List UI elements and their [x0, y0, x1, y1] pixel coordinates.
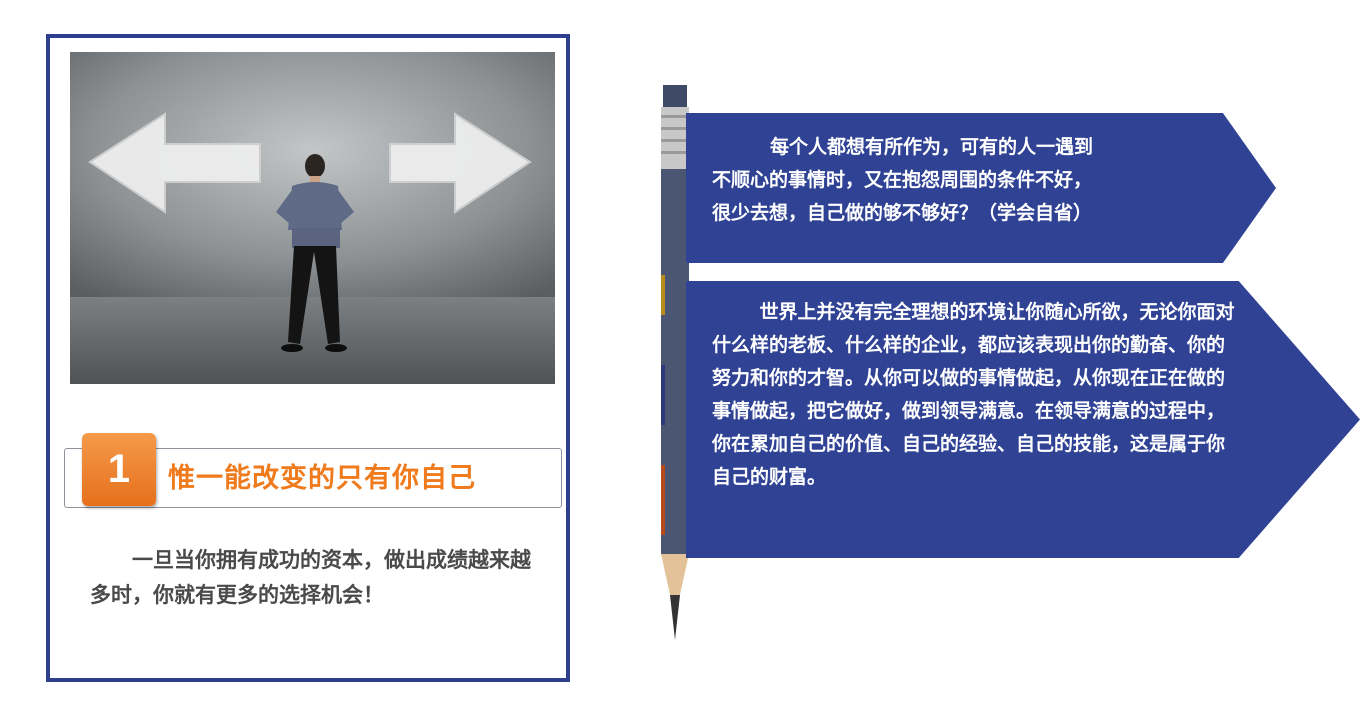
banner1-line1: 每个人都想有所作为，可有的人一遇到 [770, 137, 1094, 158]
banner-self-reflection: 每个人都想有所作为，可有的人一遇到 不顺心的事情时，又在抱怨周围的条件不好， 很… [686, 113, 1276, 263]
card-heading: 惟一能改变的只有你自己 [168, 463, 476, 493]
info-card: 1 惟一能改变的只有你自己 一旦当你拥有成功的资本，做出成绩越来越多时，你就有更… [46, 34, 570, 682]
banner-environment: 世界上并没有完全理想的环境让你随心所欲，无论你面对什么样的老板、什么样的企业，都… [686, 281, 1360, 558]
banner2-text: 世界上并没有完全理想的环境让你随心所欲，无论你面对什么样的老板、什么样的企业，都… [712, 302, 1235, 488]
banner1-line2: 不顺心的事情时，又在抱怨周围的条件不好， [712, 170, 1093, 191]
crossroads-photo [70, 52, 555, 384]
card-body-text: 一旦当你拥有成功的资本，做出成绩越来越多时，你就有更多的选择机会！ [90, 549, 531, 607]
banner1-line3: 很少去想，自己做的够不够好？（学会自省） [712, 203, 1093, 224]
number-badge: 1 [82, 433, 156, 506]
